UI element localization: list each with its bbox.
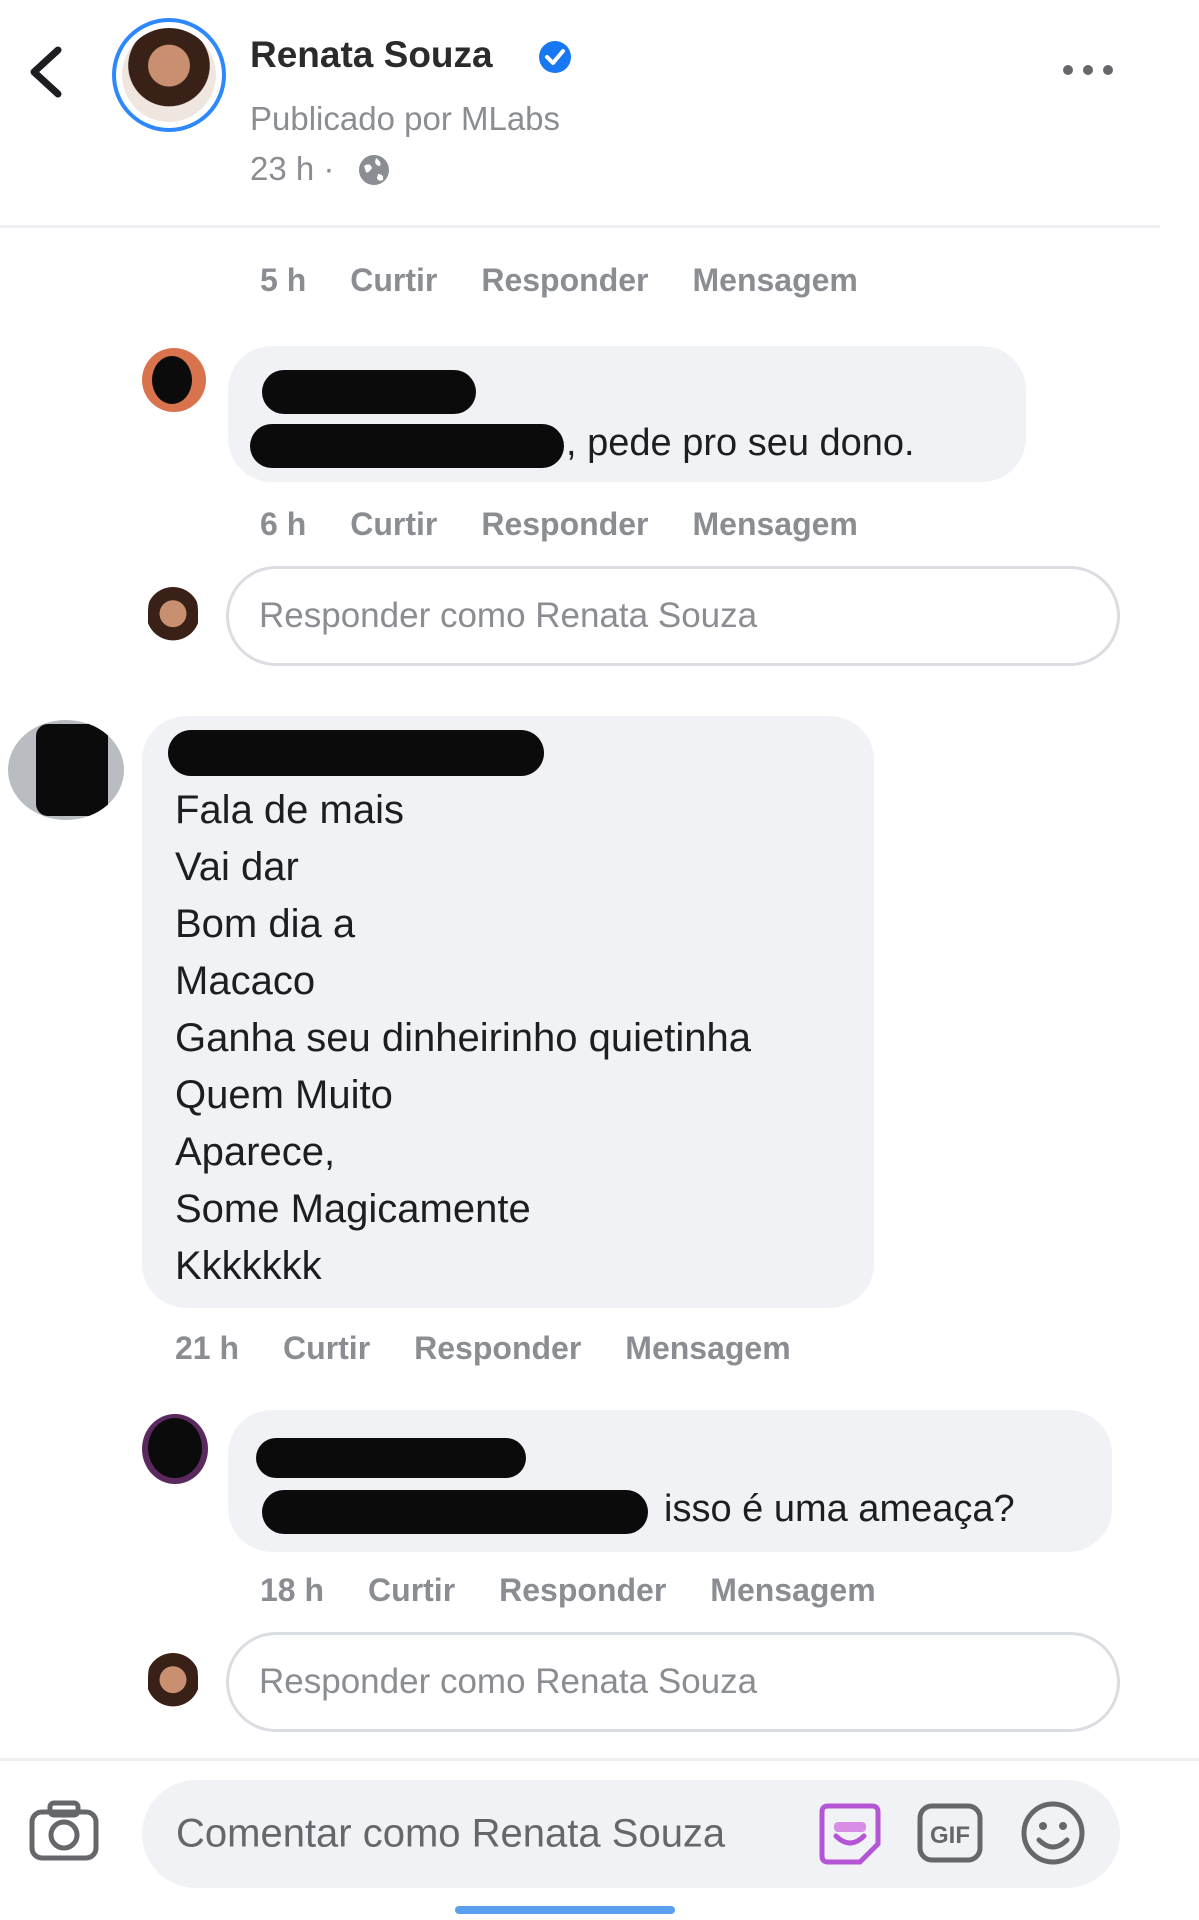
comment-text: isso é uma ameaça?: [664, 1488, 1015, 1530]
home-indicator: [455, 1906, 675, 1914]
comment-line: Quem Muito: [175, 1073, 393, 1117]
comment-text: , pede pro seu dono.: [566, 422, 915, 464]
commenter-avatar[interactable]: [8, 720, 124, 820]
comment-time: 6 h: [260, 506, 307, 542]
comment-actions: 21 h Curtir Responder Mensagem: [175, 1330, 835, 1367]
message-button[interactable]: Mensagem: [625, 1330, 790, 1366]
post-header: Renata Souza Publicado por MLabs 23 h ·: [0, 0, 1160, 228]
more-dots-icon[interactable]: [1060, 60, 1116, 80]
comment-line: Ganha seu dinheirinho quietinha: [175, 1016, 751, 1060]
like-button[interactable]: Curtir: [283, 1330, 370, 1366]
reply-button[interactable]: Responder: [481, 506, 648, 542]
redacted-mention: [262, 1490, 648, 1534]
published-by: Publicado por MLabs: [250, 100, 561, 137]
comment-time: 18 h: [260, 1572, 325, 1608]
page-avatar[interactable]: [112, 18, 226, 132]
comment-line: Aparece,: [175, 1130, 336, 1174]
message-button[interactable]: Mensagem: [710, 1572, 875, 1608]
redacted-name: [256, 1438, 526, 1478]
comment-line: Vai dar: [175, 845, 299, 889]
redacted-name: [262, 370, 476, 414]
comment-time: 5 h: [260, 262, 307, 298]
emoji-icon[interactable]: [1020, 1800, 1086, 1866]
reply-button[interactable]: Responder: [414, 1330, 581, 1366]
comment-time: 21 h: [175, 1330, 240, 1366]
page-avatar-small: [148, 584, 198, 650]
commenter-avatar[interactable]: [142, 1414, 208, 1484]
redacted-mention: [250, 424, 564, 468]
reply-button[interactable]: Responder: [499, 1572, 666, 1608]
redacted-name: [168, 730, 544, 776]
like-button[interactable]: Curtir: [350, 262, 437, 298]
message-button[interactable]: Mensagem: [692, 262, 857, 298]
sticker-icon[interactable]: [818, 1800, 882, 1866]
message-button[interactable]: Mensagem: [692, 506, 857, 542]
commenter-avatar[interactable]: [142, 348, 206, 412]
comment-line: Macaco: [175, 959, 316, 1003]
page-name[interactable]: Renata Souza: [250, 34, 493, 76]
comment-line: Fala de mais: [175, 788, 404, 832]
comment-actions: 18 h Curtir Responder Mensagem: [260, 1572, 920, 1609]
reply-button[interactable]: Responder: [481, 262, 648, 298]
reply-input[interactable]: Responder como Renata Souza: [226, 566, 1120, 666]
reply-placeholder: Responder como Renata Souza: [259, 596, 758, 635]
like-button[interactable]: Curtir: [350, 506, 437, 542]
comment-line: Bom dia a: [175, 902, 356, 946]
gif-icon[interactable]: GIF: [916, 1802, 984, 1864]
post-time[interactable]: 23 h ·: [250, 150, 334, 188]
comment-placeholder: Comentar como Renata Souza: [176, 1811, 726, 1856]
comment-line: Some Magicamente: [175, 1187, 531, 1231]
comment-line: Kkkkkkk: [175, 1244, 322, 1288]
comment-text: Fala de mais Vai dar Bom dia a Macaco Ga…: [175, 782, 751, 1295]
reply-placeholder: Responder como Renata Souza: [259, 1662, 758, 1701]
page-avatar-small: [148, 1650, 198, 1716]
comment-actions: 6 h Curtir Responder Mensagem: [260, 506, 902, 543]
camera-icon[interactable]: [28, 1798, 100, 1864]
verified-badge-icon: [539, 41, 571, 73]
reply-input[interactable]: Responder como Renata Souza: [226, 1632, 1120, 1732]
comment-actions: 5 h Curtir Responder Mensagem: [260, 262, 902, 299]
like-button[interactable]: Curtir: [368, 1572, 455, 1608]
chevron-left-icon[interactable]: [22, 42, 68, 102]
gif-label: GIF: [930, 1822, 970, 1849]
globe-icon: [359, 155, 389, 185]
